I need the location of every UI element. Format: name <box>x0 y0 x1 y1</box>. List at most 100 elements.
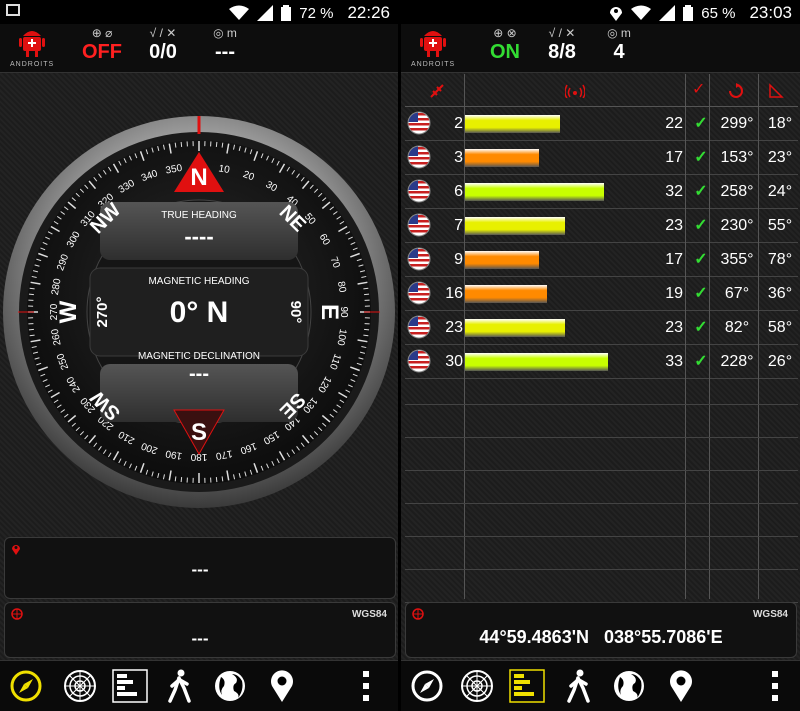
coords-box[interactable]: WGS84 44°59.4863'N 038°55.7086'E <box>405 602 797 658</box>
wifi-icon <box>631 5 652 20</box>
altitude: ◎ m --- <box>200 26 250 64</box>
elevation: 26° <box>767 353 793 370</box>
nav-compass[interactable] <box>409 668 445 704</box>
logo-text: ANDROITS <box>411 61 456 68</box>
location-box[interactable]: --- <box>4 537 396 599</box>
compass-tick <box>28 328 34 331</box>
radar-icon <box>461 670 493 702</box>
compass-tick <box>28 293 34 296</box>
satellite-count: √ / ✕ 0/0 <box>138 26 188 64</box>
satellite-column-icon <box>430 84 444 98</box>
signal-strength: 22 <box>665 115 683 132</box>
grid-line <box>405 470 798 471</box>
map-pin-icon <box>271 670 293 702</box>
nav-globe[interactable] <box>212 668 248 704</box>
elevation-column-icon <box>769 83 784 98</box>
north-label: N <box>190 164 207 191</box>
image-notification-icon <box>6 4 20 16</box>
azimuth: 230° <box>720 217 754 234</box>
compass-icon <box>411 670 443 702</box>
east-label: E <box>316 304 343 320</box>
app-logo[interactable]: ANDROITS <box>10 28 54 68</box>
us-flag-icon <box>407 349 431 373</box>
sats-label: √ / <box>548 26 566 40</box>
globe-icon <box>11 608 23 620</box>
status-bar: 72 % 22:26 <box>0 0 398 24</box>
nav-more[interactable] <box>356 668 376 704</box>
compass-tick <box>174 476 177 482</box>
azimuth: 82° <box>724 319 750 336</box>
west-label: W <box>55 300 82 323</box>
elevation: 18° <box>767 115 793 132</box>
satellite-id: 3 <box>454 149 463 166</box>
grid-line <box>405 437 798 438</box>
logo-text: ANDROITS <box>10 61 55 68</box>
nav-radar[interactable] <box>459 668 495 704</box>
nav-walk[interactable] <box>561 668 597 704</box>
gps-state: ON <box>490 41 520 63</box>
nav-more[interactable] <box>765 668 785 704</box>
nav-radar[interactable] <box>62 668 98 704</box>
compass-tick <box>364 293 370 296</box>
nav-signal-bars[interactable] <box>112 668 148 704</box>
compass-tick <box>29 334 35 337</box>
us-flag-icon <box>407 315 431 339</box>
alt-unit: m <box>226 26 237 40</box>
map-pin-icon <box>670 670 692 702</box>
satellite-id: 23 <box>445 319 463 336</box>
nav-globe[interactable] <box>611 668 647 704</box>
us-flag-icon <box>407 213 431 237</box>
satellite-id: 2 <box>454 115 463 132</box>
true-heading-value: ---- <box>184 224 213 249</box>
declination-label: MAGNETIC DECLINATION <box>138 351 260 362</box>
android-logo-icon <box>19 31 45 57</box>
world-icon <box>614 671 644 701</box>
app-header: ANDROITS ⊕ ⌀ OFF √ / ✕ 0/0 ◎ m --- <box>0 24 398 73</box>
us-flag-icon <box>407 281 431 305</box>
signal-strength: 17 <box>665 149 683 166</box>
compass-tick <box>215 477 218 483</box>
us-flag-icon <box>407 145 431 169</box>
deg-270-label: 270° <box>94 296 111 327</box>
location-value: --- <box>191 560 209 579</box>
sim-icon <box>659 5 676 21</box>
nav-compass[interactable] <box>8 668 44 704</box>
datum-label: WGS84 <box>752 609 788 620</box>
android-logo-icon <box>420 31 446 57</box>
grid-line <box>405 503 798 504</box>
magnetic-heading-label: MAGNETIC HEADING <box>148 276 249 287</box>
nav-location[interactable] <box>264 668 300 704</box>
nav-location[interactable] <box>663 668 699 704</box>
altitude-icon: ◎ <box>213 26 224 40</box>
battery-icon <box>683 5 694 21</box>
more-vertical-icon <box>363 671 369 701</box>
app-logo[interactable]: ANDROITS <box>411 28 455 68</box>
app-header: ANDROITS ⊕ ⊗ ON √ / ✕ 8/8 ◎ m 4 <box>401 24 800 73</box>
grid-line <box>405 536 798 537</box>
grid-line <box>405 569 798 570</box>
signal-strength: 33 <box>665 353 683 370</box>
south-label: S <box>191 419 207 446</box>
compass-tick <box>29 287 35 290</box>
nav-walk[interactable] <box>162 668 198 704</box>
battery-level: 72 % <box>299 4 334 22</box>
nav-signal-bars[interactable] <box>509 668 545 704</box>
compass-tick <box>363 334 369 337</box>
signal-bar <box>465 183 604 201</box>
sim-icon <box>257 5 274 21</box>
compass-tick <box>174 142 177 148</box>
compass-tick <box>180 141 183 147</box>
walking-person-icon <box>567 669 590 703</box>
magnetic-heading-value: 0° N <box>170 296 229 329</box>
azimuth: 67° <box>724 285 750 302</box>
signal-bar <box>465 319 565 337</box>
signal-column-icon <box>565 84 585 98</box>
signal-strength: 19 <box>665 285 683 302</box>
signal-strength: 32 <box>665 183 683 200</box>
azimuth: 258° <box>720 183 754 200</box>
coords-value: 44°59.4863'N 038°55.7086'E <box>479 627 723 647</box>
coords-box[interactable]: WGS84 --- <box>4 602 396 658</box>
altitude-icon: ◎ <box>607 26 618 40</box>
compass-tick <box>215 141 218 147</box>
satellite-id: 9 <box>454 251 463 268</box>
